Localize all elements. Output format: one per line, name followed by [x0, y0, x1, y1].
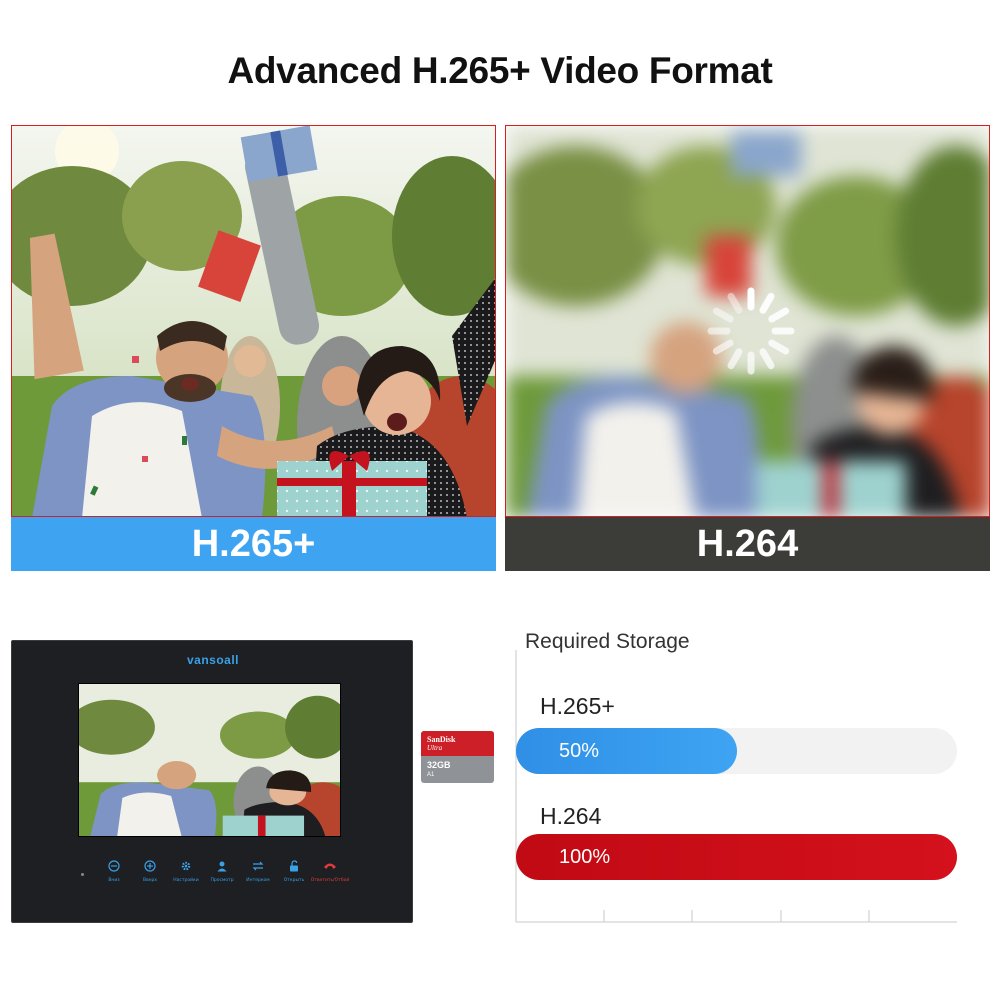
category-label-h264: H.264: [540, 803, 602, 829]
h265-label: H.265+: [11, 517, 496, 571]
unlock-button[interactable]: Открыть: [277, 859, 311, 889]
h264-photo: [505, 125, 990, 517]
sd-card-brand: SanDisk: [427, 735, 456, 744]
intercom-button[interactable]: Интерком: [241, 859, 275, 889]
sd-card-marks: A1: [427, 772, 435, 778]
down-button[interactable]: Вниз: [97, 859, 131, 889]
h265-photo: [11, 125, 496, 517]
minus-circle-icon: [107, 859, 121, 873]
settings-button[interactable]: Настройки: [169, 859, 203, 889]
unlock-button-label: Открыть: [283, 878, 305, 883]
unlock-icon: [287, 859, 301, 873]
person-icon: [215, 859, 229, 873]
gear-icon: [179, 859, 193, 873]
loading-spinner-icon: [707, 287, 795, 375]
plus-circle-icon: [143, 859, 157, 873]
intercom-button-label: Интерком: [246, 878, 270, 883]
sd-card: SanDisk Ultra 32GB A1: [421, 731, 494, 783]
page-title: Advanced H.265+ Video Format: [227, 50, 773, 91]
storage-chart: Required Storage H.265+ 50% H.264 100%: [505, 620, 975, 940]
bar-value-h265: 50%: [559, 739, 600, 762]
answer-button[interactable]: Ответить/Отбой: [310, 859, 350, 889]
monitor-screen: [78, 683, 341, 837]
bar-h265: 50%: [516, 728, 737, 774]
settings-button-label: Настройки: [173, 878, 199, 883]
intercom-monitor: vansoall Вниз Вверх Настройки Просмотр И…: [11, 640, 413, 923]
view-button-label: Просмотр: [210, 878, 234, 883]
monitor-brand: vansoall: [186, 653, 240, 667]
view-button[interactable]: Просмотр: [205, 859, 239, 889]
monitor-button-row: Вниз Вверх Настройки Просмотр Интерком О…: [97, 859, 350, 889]
answer-button-label: Ответить/Отбой: [310, 878, 350, 883]
bar-h264: 100%: [516, 834, 957, 880]
bar-track-h264: 100%: [516, 834, 957, 880]
indicator-dot: [81, 873, 84, 876]
category-label-h265: H.265+: [540, 693, 615, 719]
h264-label: H.264: [505, 517, 990, 571]
sd-card-capacity: 32GB: [427, 760, 451, 770]
phone-icon: [323, 859, 337, 873]
bar-value-h264: 100%: [559, 845, 611, 868]
h264-panel: H.264: [505, 125, 990, 571]
up-button-label: Вверх: [142, 878, 158, 883]
transfer-icon: [251, 859, 265, 873]
sd-card-line: Ultra: [427, 744, 443, 752]
down-button-label: Вниз: [108, 878, 120, 883]
bar-track-h265: 50%: [516, 728, 957, 774]
h265-panel: H.265+: [11, 125, 496, 571]
chart-title: Required Storage: [525, 630, 690, 653]
chart-axes: [515, 650, 957, 923]
up-button[interactable]: Вверх: [133, 859, 167, 889]
